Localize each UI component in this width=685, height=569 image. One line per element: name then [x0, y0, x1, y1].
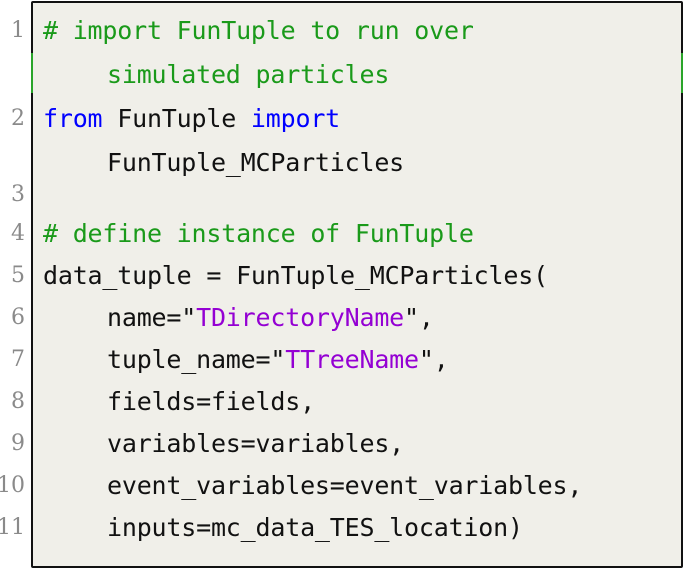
code-text-continued: FunTuple_MCParticles [107, 148, 405, 177]
code-line-6: 6 name="TDirectoryName", [11, 300, 681, 342]
code-line-1: 1 # import FunTuple to run over [11, 3, 681, 47]
line-number: 5 [11, 263, 25, 288]
code-text: tuple_name="TTreeName", [107, 346, 449, 374]
code-line-2: 2 from FunTuple import [11, 91, 681, 135]
code-line-11: 11 inputs=mc_data_TES_location) [0, 510, 681, 552]
line-number: 11 [0, 515, 25, 540]
comment-text-continued: simulated particles [107, 60, 390, 89]
arg-suffix: ", [418, 345, 449, 374]
wrap-marker-right [681, 53, 683, 93]
code-text: event_variables=event_variables, [107, 471, 583, 500]
code-text: from FunTuple import [43, 105, 340, 133]
code-line-7: 7 tuple_name="TTreeName", [11, 342, 681, 384]
code-text: inputs=mc_data_TES_location) [107, 513, 523, 542]
code-line-3: 3 [11, 179, 681, 216]
string-literal: TTreeName [285, 345, 419, 374]
line-number: 10 [0, 473, 25, 498]
comment-text: # define instance of FunTuple [43, 219, 474, 248]
code-text: name="TDirectoryName", [107, 304, 434, 332]
code-line-10: 10 event_variables=event_variables, [0, 468, 681, 510]
line-number: 8 [11, 389, 25, 414]
line-number: 9 [11, 431, 25, 456]
code-line-1-continuation: simulated particles [31, 47, 683, 93]
line-number: 6 [11, 305, 25, 330]
line-number: 3 [11, 182, 25, 207]
keyword-import: import [250, 104, 341, 133]
code-line-5: 5 data_tuple = FunTuple_MCParticles( [11, 258, 681, 300]
code-text: data_tuple = FunTuple_MCParticles( [43, 261, 548, 290]
code-lines: 1 # import FunTuple to run over simulate… [0, 3, 683, 552]
wrap-marker-left [31, 53, 33, 93]
code-listing: 1 # import FunTuple to run over simulate… [0, 1, 683, 568]
line-number: 1 [11, 18, 25, 43]
code-line-4: 4 # define instance of FunTuple [11, 216, 681, 258]
module-name: FunTuple [102, 104, 251, 133]
arg-prefix: tuple_name=" [107, 345, 286, 374]
line-number: 2 [11, 106, 25, 131]
code-line-2-continuation: FunTuple_MCParticles [33, 135, 681, 179]
code-line-9: 9 variables=variables, [11, 426, 681, 468]
code-text: variables=variables, [107, 429, 405, 458]
keyword-from: from [43, 104, 103, 133]
code-line-8: 8 fields=fields, [11, 384, 681, 426]
arg-suffix: ", [404, 303, 434, 332]
line-number: 4 [11, 221, 25, 246]
comment-text: # import FunTuple to run over [43, 16, 474, 45]
code-text: fields=fields, [107, 387, 315, 416]
line-number: 7 [11, 347, 25, 372]
string-literal: TDirectoryName [196, 303, 405, 332]
arg-prefix: name=" [107, 303, 197, 332]
